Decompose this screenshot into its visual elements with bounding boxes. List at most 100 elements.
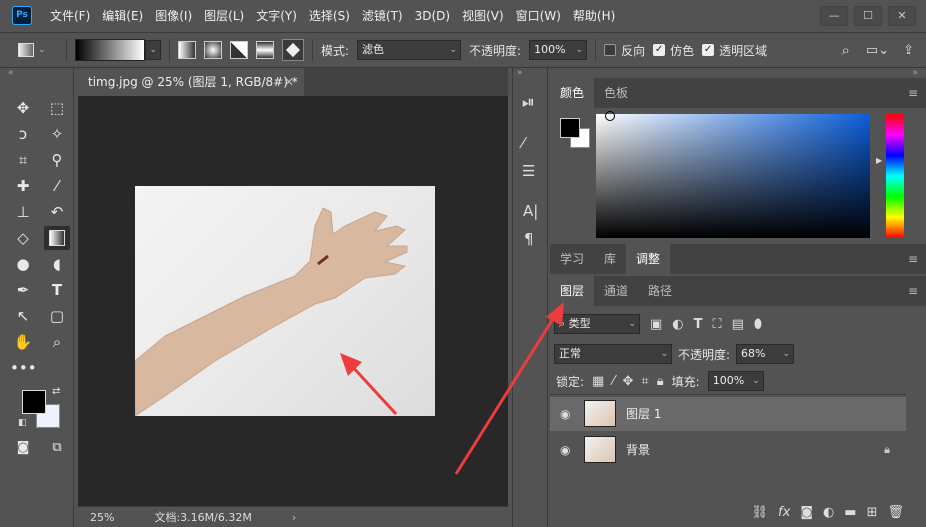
lasso-icon[interactable]: ↄ bbox=[10, 122, 36, 146]
reverse-checkbox[interactable]: 反向 bbox=[604, 42, 645, 59]
minimize-button[interactable]: — bbox=[820, 6, 848, 26]
gradient-dropdown[interactable]: ⌄ bbox=[145, 40, 161, 60]
add-mask-icon[interactable]: ◙ bbox=[800, 505, 813, 520]
blend-mode-select[interactable]: 正常 ⌄ bbox=[554, 344, 672, 364]
close-button[interactable]: ✕ bbox=[888, 6, 916, 26]
close-tab-icon[interactable]: ✕ bbox=[284, 68, 294, 96]
filter-toggle-icon[interactable]: ⬮ bbox=[754, 317, 762, 332]
menu-filter[interactable]: 滤镜(T) bbox=[356, 0, 409, 32]
search-icon[interactable]: ⌕ bbox=[842, 41, 850, 59]
radial-gradient-icon[interactable] bbox=[204, 41, 222, 59]
tab-color[interactable]: 颜色 bbox=[550, 78, 595, 108]
reflected-gradient-icon[interactable] bbox=[256, 41, 274, 59]
eyedropper-icon[interactable]: ⚲ bbox=[44, 148, 70, 172]
adjustment-filter-icon[interactable]: ◐ bbox=[672, 317, 683, 332]
tab-paths[interactable]: 路径 bbox=[638, 276, 682, 306]
adjust-sliders-icon[interactable]: ☰ bbox=[522, 162, 535, 180]
stamp-icon[interactable]: ⊥ bbox=[10, 200, 36, 224]
menu-layer[interactable]: 图层(L) bbox=[198, 0, 250, 32]
character-panel-icon[interactable]: A| bbox=[523, 202, 538, 220]
transparency-checkbox[interactable]: ✓ 透明区域 bbox=[702, 42, 767, 59]
zoom-icon[interactable]: ⌕ bbox=[44, 330, 70, 354]
type-icon[interactable]: T bbox=[44, 278, 70, 302]
adjustment-layer-icon[interactable]: ◐ bbox=[823, 505, 834, 520]
move-icon[interactable]: ✥ bbox=[10, 96, 36, 120]
gradient-icon[interactable] bbox=[44, 226, 70, 250]
opacity-input[interactable]: 100% ⌄ bbox=[529, 40, 588, 60]
angle-gradient-icon[interactable] bbox=[230, 41, 248, 59]
screen-mode-icon[interactable]: ⧉ bbox=[44, 436, 70, 460]
lock-pixels-icon[interactable]: ▦ bbox=[592, 374, 604, 389]
dodge-icon[interactable]: ◖ bbox=[44, 252, 70, 276]
menu-help[interactable]: 帮助(H) bbox=[567, 0, 621, 32]
diamond-gradient-icon[interactable] bbox=[282, 39, 304, 61]
document-tab[interactable]: timg.jpg @ 25% (图层 1, RGB/8#) * ✕ bbox=[78, 68, 304, 96]
share-icon[interactable]: ⇪ bbox=[903, 43, 914, 58]
tool-preset-picker[interactable]: ⌄ bbox=[18, 43, 58, 57]
quick-mask-icon[interactable]: ◙ bbox=[10, 436, 36, 460]
brush-icon[interactable]: ⁄ bbox=[44, 174, 70, 198]
path-select-icon[interactable]: ↖ bbox=[10, 304, 36, 328]
panel-menu-icon[interactable]: ≡ bbox=[908, 244, 918, 274]
history-brush-icon[interactable]: ↶ bbox=[44, 200, 70, 224]
menu-file[interactable]: 文件(F) bbox=[44, 0, 96, 32]
history-panel-icon[interactable]: ⏯ bbox=[522, 92, 535, 112]
panel-menu-icon[interactable]: ≡ bbox=[908, 78, 918, 108]
layer-row[interactable]: ◉ 图层 1 bbox=[550, 397, 906, 431]
tab-adjustments[interactable]: 调整 bbox=[626, 244, 671, 274]
menu-type[interactable]: 文字(Y) bbox=[250, 0, 303, 32]
foreground-color-swatch[interactable] bbox=[22, 390, 46, 414]
shape-filter-icon[interactable]: ⛶ bbox=[713, 317, 722, 332]
delete-layer-icon[interactable]: 🗑︎ bbox=[887, 505, 904, 520]
linear-gradient-icon[interactable] bbox=[178, 41, 196, 59]
menu-view[interactable]: 视图(V) bbox=[456, 0, 510, 32]
type-filter-icon[interactable]: T bbox=[694, 317, 703, 332]
paragraph-panel-icon[interactable]: ¶ bbox=[524, 230, 534, 248]
tab-libraries[interactable]: 库 bbox=[594, 244, 626, 274]
magic-wand-icon[interactable]: ✧ bbox=[44, 122, 70, 146]
swap-colors-icon[interactable]: ⇄ bbox=[52, 386, 60, 397]
hue-slider[interactable] bbox=[886, 114, 904, 238]
dither-checkbox[interactable]: ✓ 仿色 bbox=[653, 42, 694, 59]
new-layer-icon[interactable]: ⊞ bbox=[867, 505, 878, 520]
new-group-icon[interactable]: ▬ bbox=[844, 505, 856, 520]
menu-window[interactable]: 窗口(W) bbox=[510, 0, 567, 32]
canvas-area[interactable] bbox=[78, 96, 508, 506]
fx-icon[interactable]: fx bbox=[778, 505, 790, 520]
image-filter-icon[interactable]: ▣ bbox=[650, 317, 662, 332]
collapse-strip-icon[interactable]: » bbox=[517, 68, 523, 78]
workspace-icon[interactable]: ▭⌄ bbox=[866, 43, 889, 58]
menu-edit[interactable]: 编辑(E) bbox=[96, 0, 149, 32]
tab-channels[interactable]: 通道 bbox=[594, 276, 638, 306]
gradient-picker[interactable]: ⌄ bbox=[75, 39, 161, 61]
foreground-color-chip[interactable] bbox=[560, 118, 580, 138]
brush-panel-icon[interactable]: ⁄ bbox=[522, 134, 525, 152]
menu-image[interactable]: 图像(I) bbox=[149, 0, 198, 32]
pen-icon[interactable]: ✒ bbox=[10, 278, 36, 302]
lock-paint-icon[interactable]: ⁄ bbox=[612, 374, 614, 389]
tab-swatches[interactable]: 色板 bbox=[594, 78, 638, 108]
collapse-panels-icon[interactable]: » bbox=[912, 68, 918, 78]
marquee-icon[interactable]: ⬚ bbox=[44, 96, 70, 120]
blur-icon[interactable]: ● bbox=[10, 252, 36, 276]
menu-select[interactable]: 选择(S) bbox=[303, 0, 356, 32]
maximize-button[interactable]: ☐ bbox=[854, 6, 882, 26]
link-layers-icon[interactable]: ⛓ bbox=[752, 505, 769, 520]
eraser-icon[interactable]: ◇ bbox=[10, 226, 36, 250]
shape-icon[interactable]: ▢ bbox=[44, 304, 70, 328]
lock-all-icon[interactable]: 🔒︎ bbox=[657, 374, 664, 389]
healing-icon[interactable]: ✚ bbox=[10, 174, 36, 198]
gradient-preview[interactable] bbox=[75, 39, 145, 61]
collapse-toolbar-icon[interactable]: « bbox=[8, 68, 14, 78]
hand-icon[interactable]: ✋ bbox=[10, 330, 36, 354]
menu-3d[interactable]: 3D(D) bbox=[409, 0, 456, 32]
smart-object-filter-icon[interactable]: ▤ bbox=[732, 317, 744, 332]
panel-menu-icon[interactable]: ≡ bbox=[908, 276, 918, 306]
crop-icon[interactable]: ⌗ bbox=[10, 148, 36, 172]
lock-artboard-icon[interactable]: ⌗ bbox=[641, 374, 648, 389]
fill-input[interactable]: 100% ⌄ bbox=[707, 371, 764, 391]
layer-row[interactable]: ◉ 背景 🔒︎ bbox=[550, 433, 906, 467]
tab-learn[interactable]: 学习 bbox=[550, 244, 594, 274]
mode-select[interactable]: 滤色 ⌄ bbox=[357, 40, 462, 60]
more-icon[interactable]: ••• bbox=[10, 356, 37, 380]
